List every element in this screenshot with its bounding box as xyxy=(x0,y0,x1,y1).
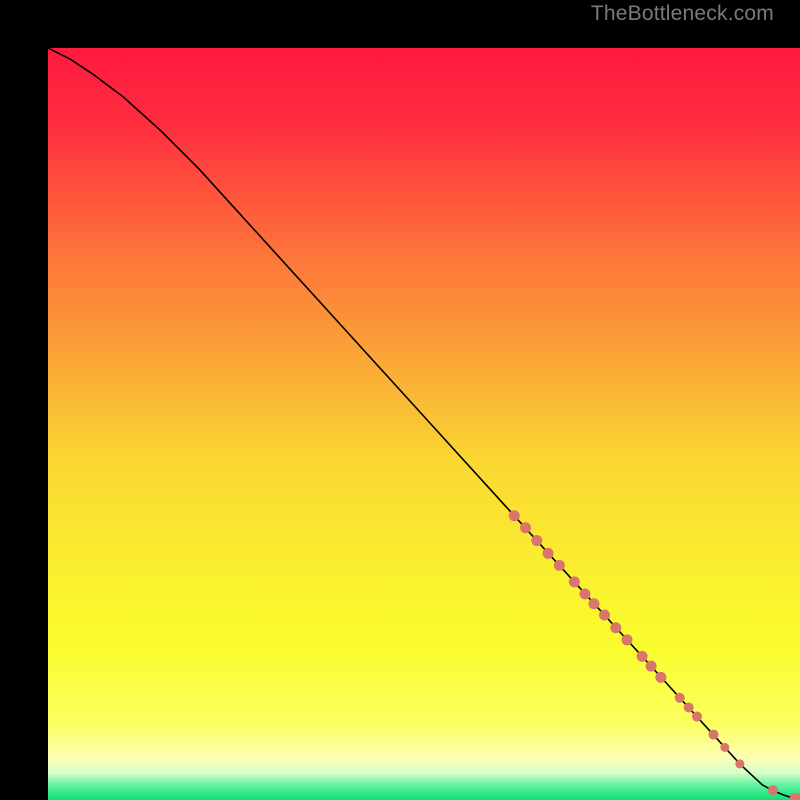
scatter-point xyxy=(637,651,648,662)
scatter-point xyxy=(579,588,590,599)
scatter-point xyxy=(569,576,580,587)
scatter-point xyxy=(675,693,685,703)
scatter-point xyxy=(588,598,599,609)
watermark-text: TheBottleneck.com xyxy=(591,2,774,26)
scatter-point xyxy=(692,712,702,722)
scatter-point xyxy=(610,622,621,633)
scatter-point xyxy=(599,610,610,621)
scatter-point xyxy=(720,743,729,752)
chart-plot xyxy=(48,48,800,800)
scatter-point xyxy=(509,510,520,521)
chart-frame xyxy=(24,24,776,776)
scatter-point xyxy=(543,548,554,559)
scatter-point xyxy=(622,634,633,645)
scatter-point xyxy=(554,560,565,571)
scatter-point xyxy=(520,522,531,533)
scatter-point xyxy=(709,730,719,740)
chart-background xyxy=(48,48,800,800)
scatter-point xyxy=(646,661,657,672)
scatter-point xyxy=(655,672,666,683)
scatter-point xyxy=(684,703,694,713)
scatter-point xyxy=(531,535,542,546)
scatter-point xyxy=(768,785,778,795)
scatter-point xyxy=(735,759,744,768)
